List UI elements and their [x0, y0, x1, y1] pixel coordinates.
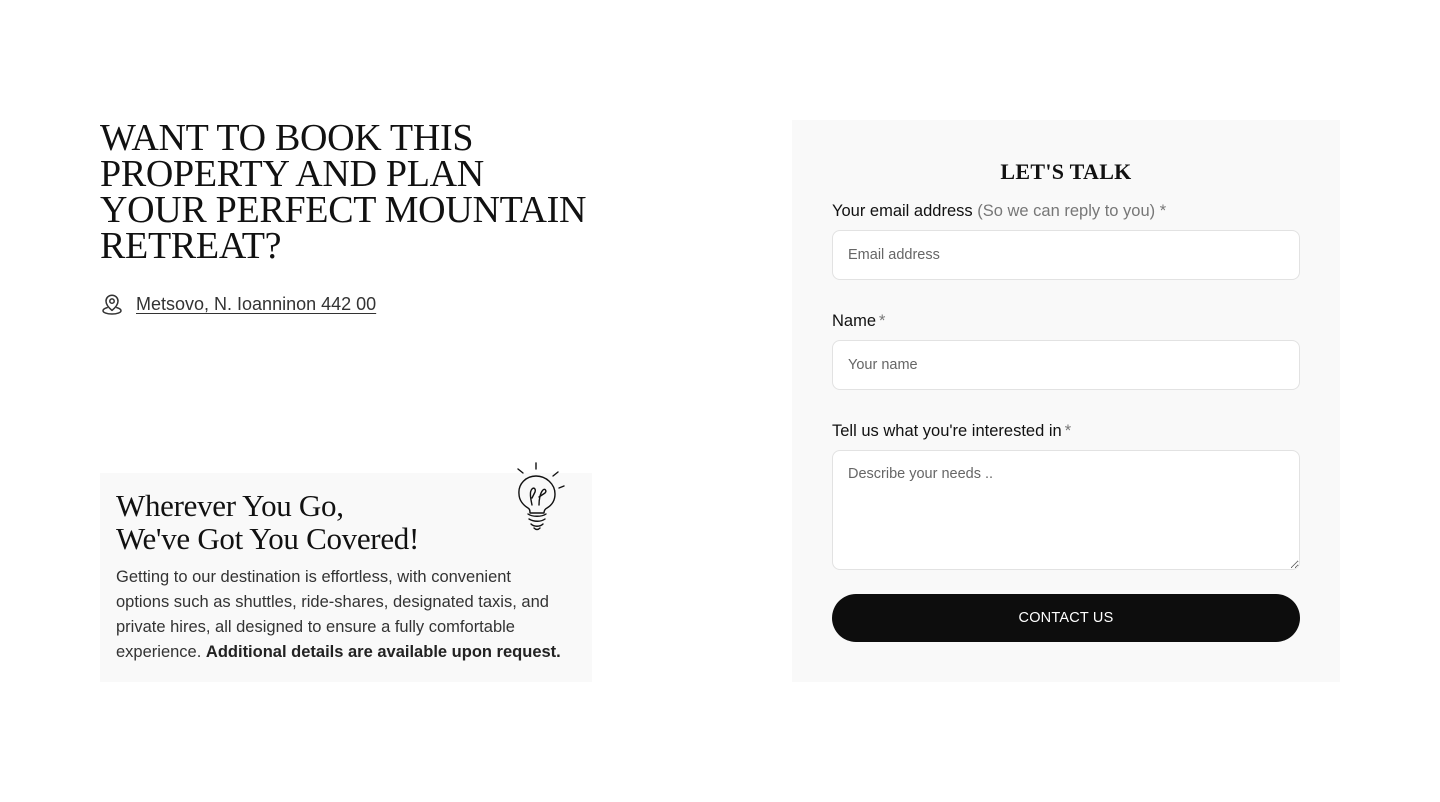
- name-field[interactable]: [832, 340, 1300, 390]
- info-card-title-line1: Wherever You Go,: [116, 488, 344, 523]
- email-label: Your email address (So we can reply to y…: [832, 200, 1300, 222]
- info-card-body-bold: Additional details are available upon re…: [205, 643, 561, 661]
- email-label-text: Your email address: [832, 202, 973, 220]
- interest-required-mark: *: [1064, 422, 1072, 440]
- info-card-title: Wherever You Go, We've Got You Covered!: [116, 489, 576, 555]
- form-title: LET'S TALK: [1000, 159, 1132, 184]
- email-field[interactable]: [832, 230, 1300, 280]
- lightbulb-icon: [512, 461, 566, 535]
- info-card-text: Getting to our destination is effortless…: [116, 565, 566, 665]
- name-required-mark: *: [879, 312, 886, 330]
- interest-textarea[interactable]: [832, 450, 1300, 570]
- name-label: Name *: [832, 310, 1300, 332]
- booking-intro: WANT TO BOOK THIS PROPERTY AND PLAN YOUR…: [100, 117, 592, 316]
- interest-label: Tell us what you're interested in *: [832, 420, 1300, 442]
- map-pin-icon: [100, 292, 124, 316]
- contact-form: LET'S TALK Your email address (So we can…: [792, 120, 1340, 682]
- interest-label-text: Tell us what you're interested in: [832, 422, 1062, 440]
- page-title: WANT TO BOOK THIS PROPERTY AND PLAN YOUR…: [100, 117, 587, 267]
- address-row: Metsovo, N. Ioanninon 442 00: [100, 292, 592, 316]
- contact-us-button[interactable]: CONTACT US: [832, 594, 1300, 642]
- email-required-mark: *: [1159, 202, 1167, 220]
- email-hint: (So we can reply to you): [977, 202, 1156, 220]
- info-card-title-line2: We've Got You Covered!: [116, 521, 420, 556]
- name-label-text: Name: [832, 312, 877, 330]
- address-link[interactable]: Metsovo, N. Ioanninon 442 00: [136, 294, 376, 315]
